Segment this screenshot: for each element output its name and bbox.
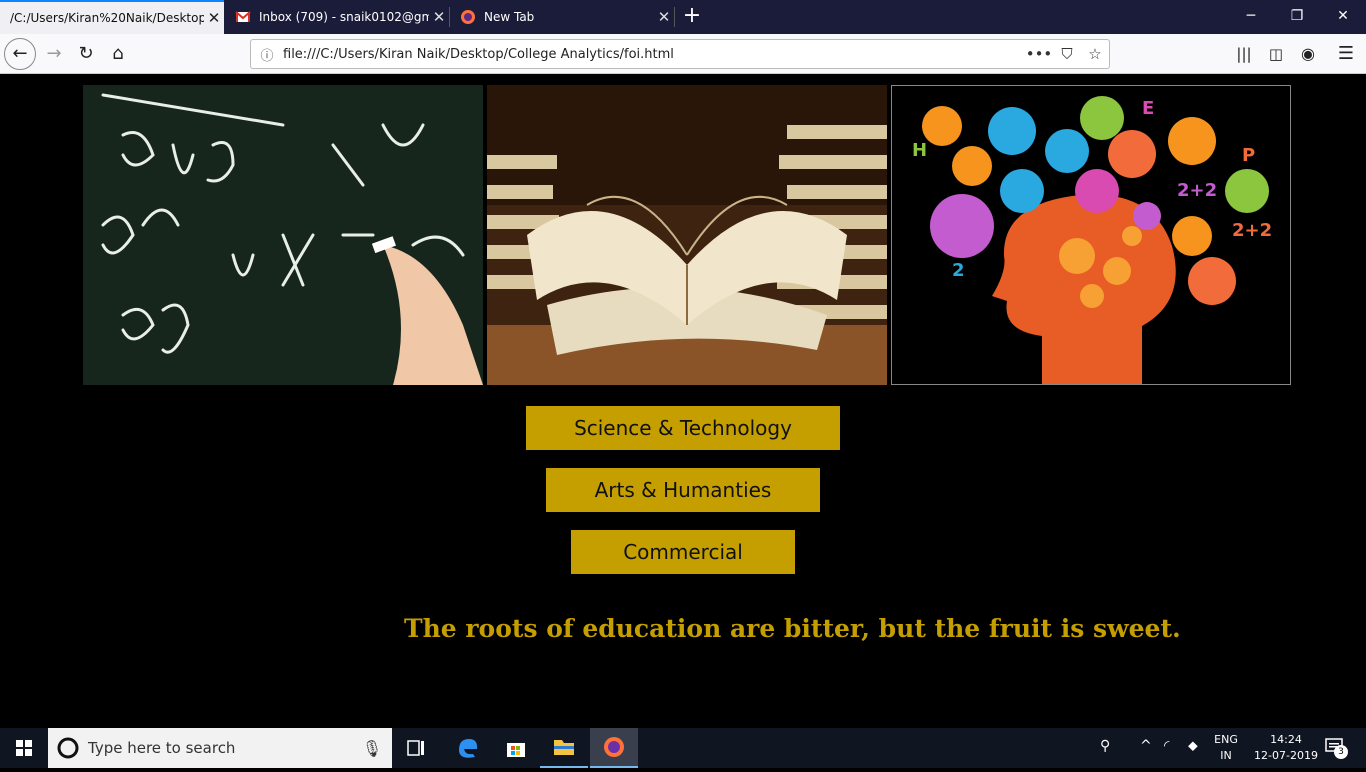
close-window-icon[interactable]: ✕ xyxy=(1320,0,1366,34)
svg-text:2: 2 xyxy=(952,260,965,281)
science-technology-button[interactable]: Science & Technology xyxy=(526,406,840,450)
home-icon[interactable]: ⌂ xyxy=(102,38,134,70)
firefox-taskbar-icon[interactable] xyxy=(590,728,638,768)
language-indicator[interactable]: ENG IN xyxy=(1212,732,1240,764)
arts-humanities-button[interactable]: Arts & Humanties xyxy=(546,468,820,512)
people-icon[interactable]: ⚲ xyxy=(1100,738,1110,754)
bookmark-star-icon[interactable]: ☆ xyxy=(1081,45,1109,63)
region-code: IN xyxy=(1220,749,1232,762)
svg-text:2+2: 2+2 xyxy=(1177,180,1217,201)
clock[interactable]: 14:24 12-07-2019 xyxy=(1246,732,1326,764)
svg-text:E: E xyxy=(1142,98,1154,119)
education-head-icons-image: E 2+2 2+2 P H 2 xyxy=(891,85,1291,385)
navigation-toolbar: ← → ↻ ⌂ ⓘ file:///C:/Users/Kiran Naik/De… xyxy=(0,34,1366,74)
menu-hamburger-icon[interactable]: ☰ xyxy=(1330,38,1362,70)
windows-start-icon[interactable] xyxy=(0,728,48,768)
account-icon[interactable]: ◉ xyxy=(1292,38,1324,70)
svg-text:2+2: 2+2 xyxy=(1232,220,1272,241)
notification-count-badge: 3 xyxy=(1334,745,1348,759)
tab-label: Inbox (709) - snaik0102@gmail xyxy=(259,10,429,24)
microsoft-store-icon[interactable] xyxy=(492,728,540,768)
library-icon[interactable]: ||| xyxy=(1228,38,1260,70)
info-icon[interactable]: ⓘ xyxy=(251,45,283,64)
education-quote: The roots of education are bitter, but t… xyxy=(404,614,1181,643)
tab-gmail-inbox[interactable]: Inbox (709) - snaik0102@gmail ✕ xyxy=(225,0,449,34)
minimize-icon[interactable]: ─ xyxy=(1228,0,1274,34)
pocket-icon[interactable]: ⛉ xyxy=(1053,45,1081,63)
tab-foi-html[interactable]: /C:/Users/Kiran%20Naik/Desktop/C ✕ xyxy=(0,0,224,34)
windows-taskbar: Type here to search 🎙 ⚲ ^ ◜ ⬥ ENG IN 14:… xyxy=(0,728,1366,768)
task-view-icon[interactable] xyxy=(392,728,440,768)
taskbar-search-box[interactable]: Type here to search 🎙 xyxy=(48,728,392,768)
commercial-button[interactable]: Commercial xyxy=(571,530,795,574)
close-tab-icon[interactable]: ✕ xyxy=(654,8,674,26)
page-content: E 2+2 2+2 P H 2 Science & Technology Art… xyxy=(0,74,1366,728)
svg-text:P: P xyxy=(1242,145,1255,166)
wifi-icon[interactable]: ◜ xyxy=(1164,738,1169,754)
url-text[interactable]: file:///C:/Users/Kiran Naik/Desktop/Coll… xyxy=(283,47,1025,62)
search-placeholder: Type here to search xyxy=(88,739,236,757)
cortana-circle-icon xyxy=(57,737,79,759)
action-center-icon[interactable]: 3 xyxy=(1324,736,1348,760)
open-books-image xyxy=(487,85,887,385)
close-tab-icon[interactable]: ✕ xyxy=(204,9,224,27)
address-bar[interactable]: ⓘ file:///C:/Users/Kiran Naik/Desktop/Co… xyxy=(250,39,1110,69)
sidebar-icon[interactable]: ◫ xyxy=(1260,38,1292,70)
tab-new-tab[interactable]: New Tab ✕ xyxy=(450,0,674,34)
more-actions-icon[interactable]: ••• xyxy=(1025,45,1053,63)
blackboard-math-image xyxy=(83,85,483,385)
file-explorer-icon[interactable] xyxy=(540,728,588,768)
dropbox-icon[interactable]: ⬥ xyxy=(1188,738,1198,754)
forward-arrow-icon[interactable]: → xyxy=(38,38,70,70)
firefox-icon xyxy=(461,10,475,24)
back-arrow-icon[interactable]: ← xyxy=(4,38,36,70)
language-code: ENG xyxy=(1214,733,1238,746)
clock-date: 12-07-2019 xyxy=(1254,749,1318,762)
close-tab-icon[interactable]: ✕ xyxy=(429,8,449,26)
edge-browser-icon[interactable] xyxy=(444,728,492,768)
tab-divider xyxy=(449,7,450,27)
microphone-icon[interactable]: 🎙 xyxy=(352,739,392,758)
tab-label: /C:/Users/Kiran%20Naik/Desktop/C xyxy=(10,11,204,25)
svg-text:H: H xyxy=(912,140,927,161)
gmail-icon xyxy=(235,11,251,22)
new-tab-plus-icon[interactable]: + xyxy=(678,3,706,31)
tab-bar: /C:/Users/Kiran%20Naik/Desktop/C ✕ Inbox… xyxy=(0,0,1366,34)
tab-divider xyxy=(674,7,675,27)
restore-icon[interactable]: ❐ xyxy=(1274,0,1320,34)
tab-label: New Tab xyxy=(484,10,535,24)
reload-icon[interactable]: ↻ xyxy=(70,38,102,70)
chevron-up-icon[interactable]: ^ xyxy=(1140,738,1152,754)
system-tray: ⚲ ^ ◜ ⬥ ENG IN 14:24 12-07-2019 3 xyxy=(1096,728,1366,768)
clock-time: 14:24 xyxy=(1270,733,1302,746)
